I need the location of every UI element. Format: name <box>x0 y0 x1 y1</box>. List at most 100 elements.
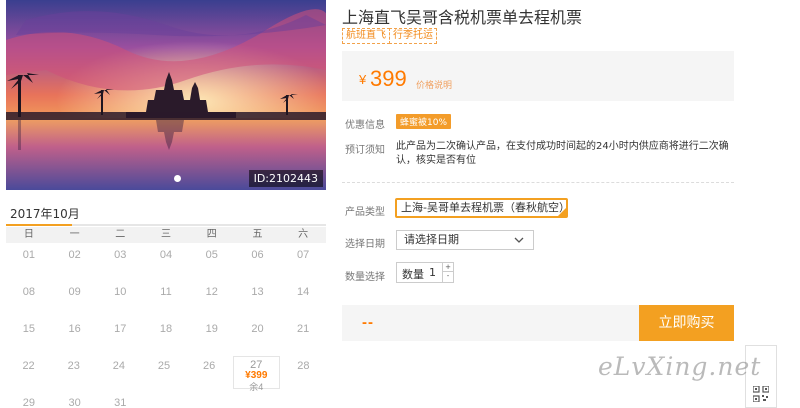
calendar-week: 15 16 17 18 19 20 21 <box>6 317 326 354</box>
calendar-day: 16 <box>52 317 98 354</box>
day-number: 11 <box>160 286 172 298</box>
day-number: 14 <box>297 286 310 298</box>
calendar-day: 13 <box>235 280 281 317</box>
calendar-day: 23 <box>51 354 96 391</box>
day-number: 30 <box>68 397 81 408</box>
day-number: 19 <box>205 323 218 335</box>
calendar-day: 22 <box>6 354 51 391</box>
photo-id-badge: ID:2102443 <box>248 170 323 187</box>
calendar-day: 26 <box>187 354 232 391</box>
notice-label: 预订须知 <box>345 145 385 156</box>
day-number: 12 <box>205 286 218 298</box>
total-price: -- <box>362 314 374 331</box>
product-photo[interactable]: ID:2102443 <box>6 0 326 190</box>
day-number: 22 <box>22 360 35 372</box>
day-number: 28 <box>297 360 310 372</box>
calendar-day: 25 <box>141 354 186 391</box>
day-number: 15 <box>22 323 35 335</box>
price-amount: 399 <box>370 66 407 91</box>
calendar-day: 31 <box>97 391 143 408</box>
calendar-day: 12 <box>189 280 235 317</box>
calendar-week: 29 30 31 <box>6 391 326 408</box>
day-number: 25 <box>157 360 171 372</box>
calendar-day: 29 <box>6 391 52 408</box>
qty-stepper-buttons: + - <box>442 263 453 282</box>
calendar-day: 10 <box>97 280 143 317</box>
calendar-day-available[interactable]: 27 ¥399 余4 <box>232 356 280 392</box>
price-note-link[interactable]: 价格说明 <box>416 78 452 91</box>
carousel-dot[interactable] <box>174 175 181 182</box>
calendar-day: 18 <box>143 317 189 354</box>
day-number: 03 <box>114 249 127 261</box>
calendar-day: 05 <box>189 243 235 280</box>
day-number: 26 <box>203 360 216 372</box>
calendar-day: 14 <box>280 280 326 317</box>
section-divider <box>342 182 734 183</box>
tag-direct-flight: 航班直飞 <box>342 28 390 44</box>
qr-code-icon <box>753 386 769 402</box>
day-number: 21 <box>297 323 310 335</box>
calendar-day: 17 <box>97 317 143 354</box>
day-number: 20 <box>251 323 264 335</box>
qty-decrement-button[interactable]: - <box>443 272 453 281</box>
calendar-day: 15 <box>6 317 52 354</box>
qty-value[interactable]: 1 <box>429 266 436 279</box>
calendar-day: 30 <box>52 391 98 408</box>
promo-label: 优惠信息 <box>345 120 385 131</box>
day-number: 23 <box>67 360 80 372</box>
calendar-week: 08 09 10 11 12 13 14 <box>6 280 326 317</box>
calendar-day: 07 <box>280 243 326 280</box>
chevron-down-icon <box>514 237 524 243</box>
day-number: 29 <box>22 397 35 408</box>
calendar-day: 01 <box>6 243 52 280</box>
weekday-tue: 二 <box>115 229 126 240</box>
calendar-day: 09 <box>52 280 98 317</box>
product-type-option[interactable]: 上海-吴哥单去程机票（春秋航空） <box>395 198 570 218</box>
calendar-weekday-header: 日 一 二 三 四 五 六 <box>6 227 326 243</box>
calendar-day: 02 <box>52 243 98 280</box>
calendar-day: 11 <box>143 280 189 317</box>
price-box: ¥ 399 价格说明 <box>342 51 734 101</box>
notice-text: 此产品为二次确认产品，在支付成功时间起的24小时内供应商将进行二次确认，核实是否… <box>396 141 729 166</box>
weekday-thu: 四 <box>206 229 217 240</box>
weekday-fri: 五 <box>252 229 263 240</box>
calendar-week: 01 02 03 04 05 06 07 <box>6 243 326 280</box>
day-number: 17 <box>114 323 127 335</box>
product-type-value: 上海-吴哥单去程机票（春秋航空） <box>401 201 570 214</box>
day-number: 13 <box>251 286 264 298</box>
calendar-day <box>235 391 281 408</box>
weekday-sun: 日 <box>23 229 34 240</box>
day-number: 02 <box>68 249 81 261</box>
selected-corner-icon <box>558 208 566 216</box>
day-number: 24 <box>112 360 125 372</box>
day-number: 31 <box>114 397 127 408</box>
sunset-temple-image <box>6 0 326 190</box>
price-currency: ¥ <box>359 72 367 87</box>
day-number: 18 <box>159 323 173 335</box>
quantity-stepper: 数量 1 + - <box>396 262 454 283</box>
day-number: 07 <box>297 249 310 261</box>
calendar-month-indicator <box>6 224 72 226</box>
qty-increment-button[interactable]: + <box>443 263 453 272</box>
day-number: 10 <box>114 286 127 298</box>
weekday-mon: 一 <box>69 229 80 240</box>
day-number: 09 <box>68 286 81 298</box>
calendar-grid: 01 02 03 04 05 06 07 08 09 10 11 12 13 1… <box>6 243 326 408</box>
weekday-wed: 三 <box>161 229 172 240</box>
calendar-day <box>189 391 235 408</box>
type-label: 产品类型 <box>345 207 385 218</box>
day-number: 16 <box>68 323 81 335</box>
calendar-day: 03 <box>97 243 143 280</box>
day-number: 01 <box>22 249 35 261</box>
calendar-month[interactable]: 2017年10月 <box>10 205 80 222</box>
calendar-day <box>280 391 326 408</box>
buy-now-button[interactable]: 立即购买 <box>639 305 734 341</box>
date-label: 选择日期 <box>345 239 385 250</box>
day-number: 04 <box>159 249 173 261</box>
calendar-day <box>143 391 189 408</box>
day-number: 06 <box>251 249 264 261</box>
date-select[interactable]: 请选择日期 <box>396 230 534 250</box>
calendar-week: 22 23 24 25 26 27 ¥399 余4 28 <box>6 354 326 392</box>
day-number: 08 <box>22 286 35 298</box>
tag-baggage: 行李托运 <box>389 28 437 44</box>
